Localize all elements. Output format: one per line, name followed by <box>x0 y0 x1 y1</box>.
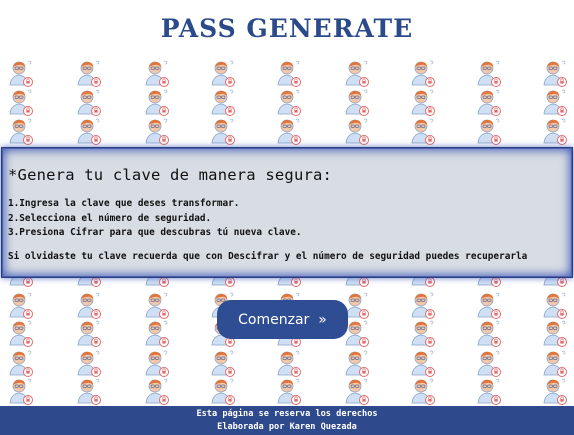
footer-rights: Esta página se reserva los derechos <box>196 409 378 419</box>
start-button[interactable]: Comenzar » <box>217 300 348 339</box>
person-with-lock-icon <box>6 376 36 408</box>
person-with-lock-icon <box>540 87 570 119</box>
start-button-label: Comenzar <box>238 311 310 328</box>
person-with-lock-icon <box>342 116 372 148</box>
footer: Esta página se reserva los derechos Elab… <box>0 406 574 435</box>
person-with-lock-icon <box>540 376 570 408</box>
person-with-lock-icon <box>74 116 104 148</box>
person-with-lock-icon <box>142 116 172 148</box>
person-with-lock-icon <box>142 87 172 119</box>
person-with-lock-icon <box>6 58 36 90</box>
person-with-lock-icon <box>6 87 36 119</box>
double-arrow-icon: » <box>318 311 327 328</box>
person-with-lock-icon <box>74 318 104 350</box>
person-with-lock-icon <box>6 116 36 148</box>
person-with-lock-icon <box>74 376 104 408</box>
person-with-lock-icon <box>342 87 372 119</box>
step-2: 2.Selecciona el número de seguridad. <box>8 212 212 224</box>
person-with-lock-icon <box>208 87 238 119</box>
person-with-lock-icon <box>474 87 504 119</box>
step-1: 1.Ingresa la clave que deses transformar… <box>8 198 240 209</box>
person-with-lock-icon <box>74 87 104 119</box>
person-with-lock-icon <box>274 376 304 408</box>
person-with-lock-icon <box>274 87 304 119</box>
person-with-lock-icon <box>408 376 438 408</box>
footer-author: Elaborada por Karen Quezada <box>217 422 357 432</box>
person-with-lock-icon <box>208 58 238 90</box>
person-with-lock-icon <box>274 116 304 148</box>
step-3: 3.Presiona Cifrar para que descubras tú … <box>8 227 302 238</box>
person-with-lock-icon <box>474 376 504 408</box>
page-title: PASS GENERATE <box>0 14 574 43</box>
person-with-lock-icon <box>540 116 570 148</box>
person-with-lock-icon <box>208 116 238 148</box>
person-with-lock-icon <box>6 318 36 350</box>
recovery-note: Si olvidaste tu clave recuerda que con D… <box>8 250 528 262</box>
person-with-lock-icon <box>474 318 504 350</box>
person-with-lock-icon <box>408 318 438 350</box>
person-with-lock-icon <box>474 116 504 148</box>
person-with-lock-icon <box>74 58 104 90</box>
person-with-lock-icon <box>408 116 438 148</box>
person-with-lock-icon <box>540 318 570 350</box>
person-with-lock-icon <box>342 376 372 408</box>
person-with-lock-icon <box>474 58 504 90</box>
person-with-lock-icon <box>142 58 172 90</box>
instructions-panel: *Genera tu clave de manera segura: 1.Ing… <box>1 147 573 278</box>
person-with-lock-icon <box>142 318 172 350</box>
person-with-lock-icon <box>408 58 438 90</box>
person-with-lock-icon <box>208 376 238 408</box>
person-with-lock-icon <box>408 87 438 119</box>
person-with-lock-icon <box>540 58 570 90</box>
panel-heading: *Genera tu clave de manera segura: <box>8 166 333 184</box>
person-with-lock-icon <box>342 58 372 90</box>
person-with-lock-icon <box>142 376 172 408</box>
person-with-lock-icon <box>274 58 304 90</box>
